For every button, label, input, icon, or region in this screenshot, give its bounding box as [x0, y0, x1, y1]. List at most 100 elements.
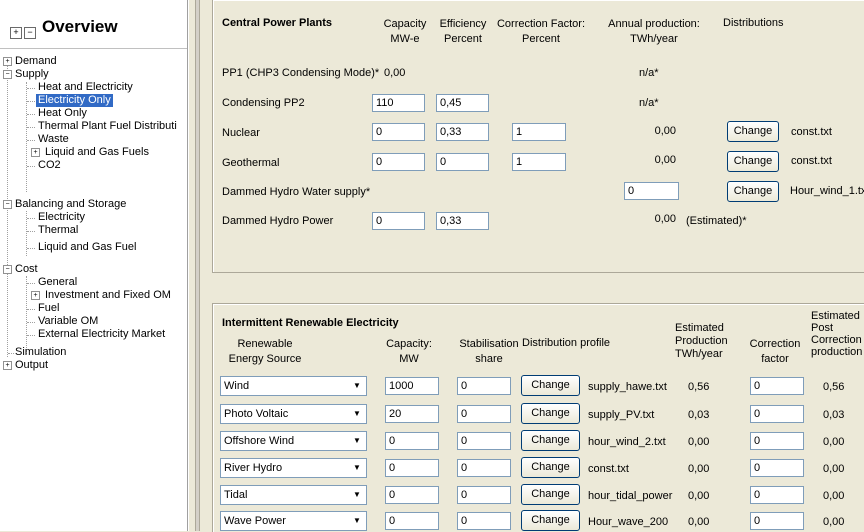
- offshore-wind-change-button[interactable]: Change: [521, 430, 580, 451]
- source-select-offshore-wind[interactable]: Offshore Wind ▼: [220, 431, 367, 451]
- distributions-header: Distributions: [723, 17, 784, 29]
- nuclear-capacity-input[interactable]: 0: [372, 123, 425, 141]
- dropdown-arrow-icon[interactable]: ▼: [349, 460, 365, 476]
- tidal-correction-input[interactable]: 0: [750, 486, 804, 504]
- tree-item-simulation[interactable]: Simulation: [15, 346, 66, 359]
- tree-item-heat-and-electricity[interactable]: Heat and Electricity: [38, 81, 133, 94]
- dropdown-arrow-icon[interactable]: ▼: [349, 433, 365, 449]
- nuclear-correction-input[interactable]: 1: [512, 123, 566, 141]
- wind-production-value: 0,56: [688, 381, 710, 393]
- tree-item-liquid-and-gas-fuel[interactable]: Liquid and Gas Fuel: [38, 241, 136, 254]
- tree-item-co2[interactable]: CO2: [38, 159, 61, 172]
- tree-item-liquid-and-gas-fuels[interactable]: Liquid and Gas Fuels: [45, 146, 149, 159]
- tree-item-investment-and-fixed-om[interactable]: Investment and Fixed OM: [45, 289, 171, 302]
- wave-share-input[interactable]: 0: [457, 512, 511, 530]
- efficiency-header: Efficiency Percent: [439, 18, 487, 45]
- tree-item-electricity-only[interactable]: Electricity Only: [36, 94, 113, 107]
- source-select-photo-voltaic[interactable]: Photo Voltaic ▼: [220, 404, 367, 424]
- geothermal-change-button[interactable]: Change: [727, 151, 779, 172]
- wave-correction-input[interactable]: 0: [750, 512, 804, 530]
- dammed-hydro-power-efficiency-input[interactable]: 0,33: [436, 212, 489, 230]
- central-power-plants-title: Central Power Plants: [222, 17, 333, 29]
- source-select-river-hydro[interactable]: River Hydro ▼: [220, 458, 367, 478]
- source-select-wave-power[interactable]: Wave Power ▼: [220, 511, 367, 531]
- expand-all-icon[interactable]: +: [10, 27, 22, 39]
- wave-post-production-value: 0,00: [823, 516, 845, 528]
- tree-connector: [8, 353, 14, 354]
- tree-item-cost[interactable]: Cost: [15, 263, 38, 276]
- condensing-pp2-efficiency-input[interactable]: 0,45: [436, 94, 489, 112]
- nuclear-distribution-file: const.txt: [791, 126, 832, 138]
- source-select-tidal[interactable]: Tidal ▼: [220, 485, 367, 505]
- pv-post-production-value: 0,03: [823, 409, 845, 421]
- dropdown-arrow-icon[interactable]: ▼: [349, 487, 365, 503]
- tree-item-variable-om[interactable]: Variable OM: [38, 315, 98, 328]
- pv-correction-input[interactable]: 0: [750, 405, 804, 423]
- dropdown-arrow-icon[interactable]: ▼: [349, 406, 365, 422]
- dammed-hydro-power-capacity-input[interactable]: 0: [372, 212, 425, 230]
- renewable-source-header: Renewable Energy Source: [228, 338, 302, 365]
- wind-capacity-input[interactable]: 1000: [385, 377, 439, 395]
- offshore-wind-share-input[interactable]: 0: [457, 432, 511, 450]
- nuclear-change-button[interactable]: Change: [727, 121, 779, 142]
- tree-item-waste[interactable]: Waste: [38, 133, 69, 146]
- geothermal-capacity-input[interactable]: 0: [372, 153, 425, 171]
- wind-change-button[interactable]: Change: [521, 375, 580, 396]
- collapse-icon[interactable]: −: [3, 200, 12, 209]
- collapse-icon[interactable]: −: [3, 265, 12, 274]
- tree-item-thermal-plant-fuel-distribution[interactable]: Thermal Plant Fuel Distributi: [38, 120, 186, 133]
- pv-capacity-input[interactable]: 20: [385, 405, 439, 423]
- river-hydro-correction-input[interactable]: 0: [750, 459, 804, 477]
- offshore-wind-correction-input[interactable]: 0: [750, 432, 804, 450]
- tidal-change-button[interactable]: Change: [521, 484, 580, 505]
- wave-production-value: 0,00: [688, 516, 710, 528]
- condensing-pp2-capacity-input[interactable]: 110: [372, 94, 425, 112]
- pv-production-value: 0,03: [688, 409, 710, 421]
- wind-profile-file: supply_hawe.txt: [588, 381, 667, 393]
- expand-icon[interactable]: +: [31, 291, 40, 300]
- tree-item-output[interactable]: Output: [15, 359, 48, 372]
- wind-correction-input[interactable]: 0: [750, 377, 804, 395]
- dammed-hydro-change-button[interactable]: Change: [727, 181, 779, 202]
- panel-splitter[interactable]: [188, 0, 196, 531]
- tree-item-balancing-electricity[interactable]: Electricity: [38, 211, 85, 224]
- expand-icon[interactable]: +: [31, 148, 40, 157]
- expand-icon[interactable]: +: [3, 57, 12, 66]
- wave-change-button[interactable]: Change: [521, 510, 580, 531]
- tree-item-general[interactable]: General: [38, 276, 77, 289]
- river-hydro-change-button[interactable]: Change: [521, 457, 580, 478]
- pv-share-input[interactable]: 0: [457, 405, 511, 423]
- geothermal-label: Geothermal: [222, 157, 280, 169]
- wave-capacity-input[interactable]: 0: [385, 512, 439, 530]
- pp1-capacity-value: 0,00: [384, 67, 406, 79]
- river-hydro-capacity-input[interactable]: 0: [385, 459, 439, 477]
- wind-share-input[interactable]: 0: [457, 377, 511, 395]
- nuclear-efficiency-input[interactable]: 0,33: [436, 123, 489, 141]
- offshore-wind-capacity-input[interactable]: 0: [385, 432, 439, 450]
- condensing-pp2-label: Condensing PP2: [222, 97, 305, 109]
- geothermal-efficiency-input[interactable]: 0: [436, 153, 489, 171]
- geothermal-correction-input[interactable]: 1: [512, 153, 566, 171]
- collapse-all-icon[interactable]: −: [24, 27, 36, 39]
- tree-item-demand[interactable]: Demand: [15, 55, 57, 68]
- dropdown-arrow-icon[interactable]: ▼: [349, 513, 365, 529]
- pv-change-button[interactable]: Change: [521, 403, 580, 424]
- tree-item-balancing-thermal[interactable]: Thermal: [38, 224, 78, 237]
- tidal-capacity-input[interactable]: 0: [385, 486, 439, 504]
- annual-production-header: Annual production: TWh/year: [608, 18, 700, 45]
- nuclear-label: Nuclear: [222, 127, 260, 139]
- tree-item-heat-only[interactable]: Heat Only: [38, 107, 87, 120]
- tree-item-supply[interactable]: Supply: [15, 68, 49, 81]
- tree-connector: [27, 309, 35, 310]
- collapse-icon[interactable]: −: [3, 70, 12, 79]
- tree-item-fuel[interactable]: Fuel: [38, 302, 59, 315]
- tidal-share-input[interactable]: 0: [457, 486, 511, 504]
- tree-item-balancing-and-storage[interactable]: Balancing and Storage: [15, 198, 126, 211]
- dropdown-arrow-icon[interactable]: ▼: [349, 378, 365, 394]
- tree-connector: [27, 283, 35, 284]
- dammed-hydro-water-supply-input[interactable]: 0: [624, 182, 679, 200]
- river-hydro-share-input[interactable]: 0: [457, 459, 511, 477]
- source-select-wind[interactable]: Wind ▼: [220, 376, 367, 396]
- tree-item-external-electricity-market[interactable]: External Electricity Market: [38, 328, 165, 341]
- expand-icon[interactable]: +: [3, 361, 12, 370]
